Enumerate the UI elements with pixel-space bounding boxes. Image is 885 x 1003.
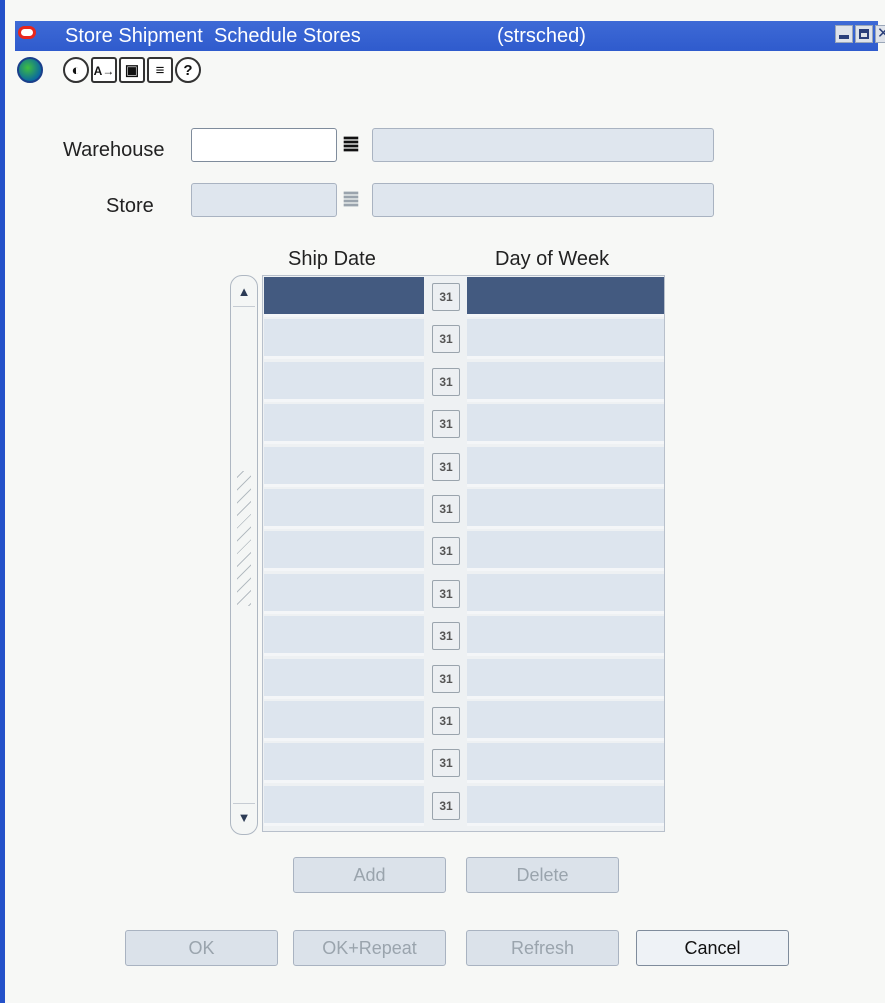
calendar-icon[interactable]: 31 bbox=[432, 664, 460, 693]
minimize-icon[interactable] bbox=[835, 25, 853, 43]
ship-date-cell[interactable] bbox=[264, 404, 424, 445]
scroll-up-icon[interactable]: ▲ bbox=[236, 284, 252, 300]
warehouse-description-input bbox=[373, 129, 713, 161]
table-row[interactable]: 31 bbox=[264, 701, 664, 741]
calendar-icon[interactable]: 31 bbox=[432, 791, 460, 820]
calendar-icon[interactable]: 31 bbox=[432, 367, 460, 396]
table-row[interactable]: 31 bbox=[264, 743, 664, 784]
day-of-week-cell bbox=[467, 616, 664, 657]
table-row[interactable]: 31 bbox=[264, 361, 664, 402]
delete-button[interactable]: Delete bbox=[466, 857, 619, 893]
table-row[interactable]: 31 bbox=[264, 277, 664, 317]
calendar-icon[interactable]: 31 bbox=[432, 452, 460, 481]
ship-date-cell[interactable] bbox=[264, 319, 424, 360]
table-row[interactable]: 31 bbox=[264, 531, 664, 572]
day-of-week-cell bbox=[467, 785, 664, 826]
ok-repeat-button[interactable]: OK+Repeat bbox=[293, 930, 446, 966]
day-of-week-cell bbox=[467, 277, 664, 317]
day-of-week-cell bbox=[467, 531, 664, 572]
ship-date-cell[interactable] bbox=[264, 785, 424, 826]
calendar-icon[interactable]: ▣ bbox=[119, 57, 145, 83]
day-of-week-cell bbox=[467, 701, 664, 741]
column-header-day-of-week: Day of Week bbox=[495, 248, 610, 270]
maximize-icon[interactable] bbox=[855, 25, 873, 43]
ship-date-cell[interactable] bbox=[264, 446, 424, 487]
calendar-icon[interactable]: 31 bbox=[432, 537, 460, 566]
cancel-button[interactable]: Cancel bbox=[636, 930, 789, 966]
day-of-week-cell bbox=[467, 658, 664, 699]
calendar-icon[interactable]: 31 bbox=[432, 707, 460, 735]
table-row[interactable]: 31 bbox=[264, 489, 664, 529]
calendar-icon[interactable]: 31 bbox=[432, 495, 460, 523]
window-title: Store Shipment Schedule Stores bbox=[65, 25, 361, 47]
notepad-icon[interactable]: ≡ bbox=[147, 57, 173, 83]
refresh-button[interactable]: Refresh bbox=[466, 930, 619, 966]
scroll-down-icon[interactable]: ▼ bbox=[236, 810, 252, 826]
title-bar[interactable]: Store Shipment Schedule Stores (strsched… bbox=[15, 21, 885, 51]
calendar-icon[interactable]: 31 bbox=[432, 410, 460, 439]
table-row[interactable]: 31 bbox=[264, 658, 664, 699]
calendar-icon[interactable]: 31 bbox=[432, 749, 460, 778]
calendar-icon[interactable]: 31 bbox=[432, 579, 460, 608]
app-window: Store Shipment Schedule Stores (strsched… bbox=[0, 0, 885, 1003]
table-row[interactable]: 31 bbox=[264, 446, 664, 487]
store-lov-icon: ≣ bbox=[341, 186, 361, 211]
ship-date-cell[interactable] bbox=[264, 658, 424, 699]
store-field bbox=[191, 183, 337, 217]
store-input bbox=[192, 184, 336, 216]
warehouse-label: Warehouse bbox=[63, 139, 165, 161]
table-row[interactable]: 31 bbox=[264, 404, 664, 445]
ship-schedule-table: 31 31 31 31 31 31 31 31 31 31 31 31 31 bbox=[262, 275, 665, 832]
table-row[interactable]: 31 bbox=[264, 319, 664, 360]
ship-date-cell[interactable] bbox=[264, 701, 424, 741]
day-of-week-cell bbox=[467, 404, 664, 445]
vertical-scrollbar[interactable]: ▲ ▼ bbox=[230, 275, 258, 835]
oracle-logo-icon bbox=[18, 26, 36, 39]
ship-date-cell[interactable] bbox=[264, 616, 424, 657]
day-of-week-cell bbox=[467, 743, 664, 784]
day-of-week-cell bbox=[467, 446, 664, 487]
ship-date-cell[interactable] bbox=[264, 743, 424, 784]
warehouse-input[interactable] bbox=[192, 129, 336, 161]
font-icon[interactable]: A→ bbox=[91, 57, 117, 83]
day-of-week-cell bbox=[467, 361, 664, 402]
day-of-week-cell bbox=[467, 319, 664, 360]
warehouse-description bbox=[372, 128, 714, 162]
help-icon[interactable]: ? bbox=[175, 57, 201, 83]
day-of-week-cell bbox=[467, 573, 664, 614]
warehouse-lov-icon[interactable]: ≣ bbox=[336, 130, 366, 160]
ship-date-cell[interactable] bbox=[264, 531, 424, 572]
calendar-icon[interactable]: 31 bbox=[432, 325, 460, 354]
day-of-week-cell bbox=[467, 489, 664, 529]
ship-date-cell[interactable] bbox=[264, 361, 424, 402]
add-button[interactable]: Add bbox=[293, 857, 446, 893]
scroll-thumb[interactable] bbox=[237, 471, 251, 606]
table-row[interactable]: 31 bbox=[264, 785, 664, 826]
ok-button[interactable]: OK bbox=[125, 930, 278, 966]
window-code: (strsched) bbox=[497, 25, 586, 47]
store-description-input bbox=[373, 184, 713, 216]
calendar-icon[interactable]: 31 bbox=[432, 283, 460, 311]
ship-date-cell[interactable] bbox=[264, 489, 424, 529]
globe-icon[interactable] bbox=[17, 57, 43, 83]
toolbar: ◐ A→ ▣ ≡ ? bbox=[15, 53, 878, 87]
store-description bbox=[372, 183, 714, 217]
close-icon[interactable] bbox=[875, 25, 885, 43]
warehouse-field[interactable] bbox=[191, 128, 337, 162]
table-row[interactable]: 31 bbox=[264, 573, 664, 614]
ship-date-cell[interactable] bbox=[264, 277, 424, 317]
store-label: Store bbox=[106, 195, 154, 217]
navigate-icon[interactable]: ◐ bbox=[63, 57, 89, 83]
calendar-icon[interactable]: 31 bbox=[432, 622, 460, 651]
column-header-ship-date: Ship Date bbox=[288, 248, 376, 270]
table-row[interactable]: 31 bbox=[264, 616, 664, 657]
ship-date-cell[interactable] bbox=[264, 573, 424, 614]
